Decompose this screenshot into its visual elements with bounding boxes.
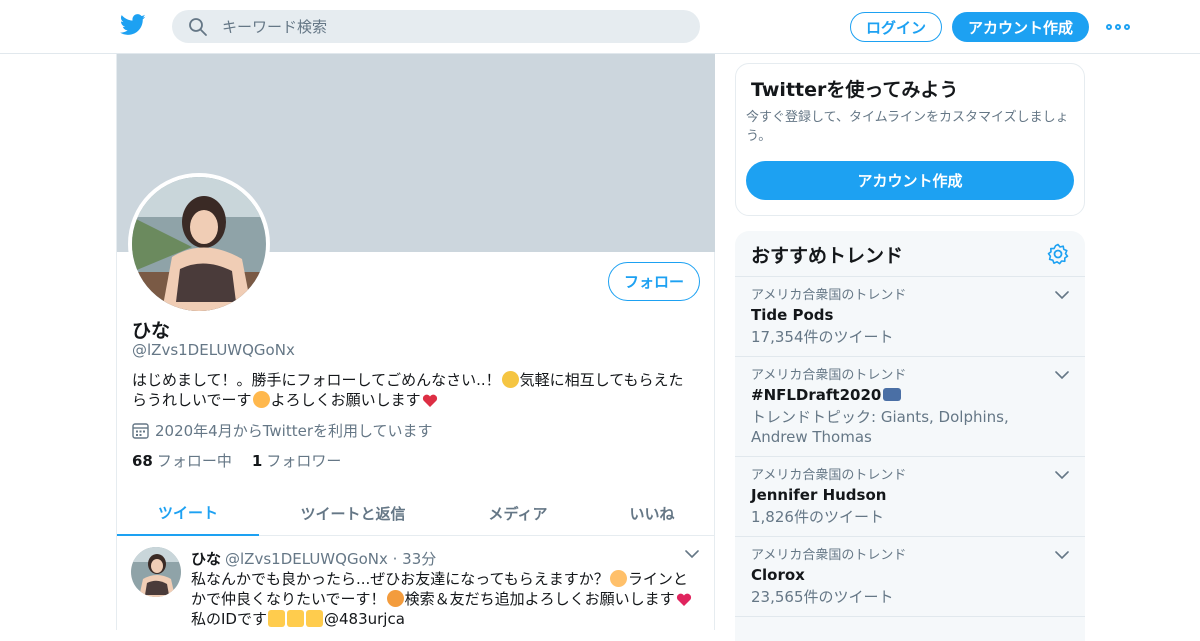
tweet-text-3: 検索＆友だち追加よろしくお願いします <box>404 590 675 608</box>
trend-meta: トレンドトピック: Giants, Dolphins, Andrew Thoma… <box>751 408 1009 446</box>
trend-context: アメリカ合衆国のトレンド <box>751 288 907 303</box>
gear-icon[interactable] <box>1047 243 1069 265</box>
chevron-down-icon[interactable] <box>1055 370 1069 380</box>
calendar-icon <box>132 423 149 439</box>
trend-meta: 23,565件のツイート <box>751 588 894 606</box>
twitter-bird-icon[interactable] <box>120 14 146 36</box>
signup-card: Twitterを使ってみよう 今すぐ登録して、タイムラインをカスタマイズしましょ… <box>735 63 1085 216</box>
trends-panel: おすすめトレンド アメリカ合衆国のトレンド Tide Pods 17,354件の… <box>735 231 1085 641</box>
two-hearts-emoji-icon <box>676 593 691 606</box>
tweet[interactable]: ひな @lZvs1DELUWQGoNx · 33分 私なんかでも良かったら...ぜ… <box>117 537 715 637</box>
trends-header: おすすめトレンド <box>735 231 1085 277</box>
joined-text: 2020年4月からTwitterを利用しています <box>155 422 433 440</box>
following-label: フォロー中 <box>156 452 232 470</box>
signup-card-description: 今すぐ登録して、タイムラインをカスタマイズしましょう。 <box>746 110 1069 144</box>
bio-text-3: よろしくお願いします <box>270 391 421 409</box>
tab-media[interactable]: メディア <box>447 490 589 536</box>
tweet-time[interactable]: · 33分 <box>393 550 437 568</box>
tab-tweets[interactable]: ツイート <box>117 490 259 536</box>
search-placeholder: キーワード検索 <box>222 18 328 36</box>
tweet-text-1: 私なんかでも良かったら...ぜひお友達になってもらえますか？ <box>191 570 609 588</box>
signup-card-title: Twitterを使ってみよう <box>751 79 959 101</box>
heart-emoji-icon <box>422 394 437 407</box>
follow-button[interactable]: フォロー <box>608 262 700 301</box>
profile-tabs: ツイート ツイートと返信 メディア いいね <box>117 490 715 536</box>
profile-handle[interactable]: @lZvs1DELUWQGoNx <box>132 341 295 359</box>
nfl-draft-hashflag-icon <box>883 388 902 401</box>
chevron-down-icon[interactable] <box>1055 550 1069 560</box>
tweet-text: 私なんかでも良かったら...ぜひお友達になってもらえますか？ ラインとかで仲良くな… <box>191 569 701 629</box>
tweet-text-4: 私のIDです <box>191 610 267 628</box>
following-link[interactable]: 68 フォロー中 <box>132 450 232 471</box>
top-bar: キーワード検索 ログイン アカウント作成 <box>0 0 1200 54</box>
bio-text-1: はじめまして！。勝手にフォローしてごめんなさい..！ <box>132 371 501 389</box>
trend-item[interactable]: アメリカ合衆国のトレンド Jennifer Hudson 1,826件のツイート <box>735 457 1085 537</box>
trend-name-wrap: #NFLDraft2020 <box>751 385 1069 406</box>
trend-context: アメリカ合衆国のトレンド <box>751 548 907 563</box>
trend-name: Jennifer Hudson <box>751 486 887 504</box>
trend-name: #NFLDraft2020 <box>751 386 882 404</box>
smiling-face-emoji-icon <box>252 391 270 408</box>
tweet-avatar[interactable] <box>131 547 181 597</box>
tweet-author-handle[interactable]: @lZvs1DELUWQGoNx <box>225 550 388 568</box>
avatar[interactable] <box>128 173 270 315</box>
pointing-right-emoji-icon <box>286 610 304 627</box>
trend-name: Tide Pods <box>751 306 834 324</box>
smiling-hearts-emoji-icon <box>609 570 627 587</box>
tweet-line-id[interactable]: @483urjca <box>324 610 405 628</box>
search-icon <box>189 17 207 36</box>
profile-stats: 68 フォロー中 1 フォロワー <box>132 450 341 471</box>
trend-context: アメリカ合衆国のトレンド <box>751 368 907 383</box>
trend-item[interactable]: アメリカ合衆国のトレンド Tide Pods 17,354件のツイート <box>735 277 1085 357</box>
tweet-header: ひな @lZvs1DELUWQGoNx · 33分 <box>191 548 436 569</box>
joined-date: 2020年4月からTwitterを利用しています <box>132 420 433 441</box>
followers-label: フォロワー <box>266 452 342 470</box>
crying-face-emoji-icon <box>501 371 519 388</box>
chevron-down-icon[interactable] <box>1055 290 1069 300</box>
trend-context: アメリカ合衆国のトレンド <box>751 468 907 483</box>
following-count: 68 <box>132 452 153 470</box>
trend-meta: 1,826件のツイート <box>751 508 884 526</box>
happy-face-emoji-icon <box>386 590 404 607</box>
trend-meta: 17,354件のツイート <box>751 328 894 346</box>
tweet-author-name[interactable]: ひな <box>191 550 221 568</box>
signup-button[interactable]: アカウント作成 <box>952 12 1089 42</box>
pointing-right-emoji-icon <box>305 610 323 627</box>
trend-name: Clorox <box>751 566 805 584</box>
chevron-down-icon[interactable] <box>1055 470 1069 480</box>
trends-title: おすすめトレンド <box>751 245 904 267</box>
search-input[interactable]: キーワード検索 <box>172 10 700 43</box>
followers-link[interactable]: 1 フォロワー <box>252 450 341 471</box>
login-button[interactable]: ログイン <box>850 12 942 42</box>
more-icon[interactable] <box>1106 17 1130 37</box>
followers-count: 1 <box>251 452 263 470</box>
signup-card-button[interactable]: アカウント作成 <box>746 161 1074 200</box>
trend-item[interactable]: アメリカ合衆国のトレンド #NFLDraft2020 トレンドトピック: Gia… <box>735 357 1085 457</box>
pointing-right-emoji-icon <box>267 610 285 627</box>
tab-likes[interactable]: いいね <box>589 490 715 536</box>
chevron-down-icon[interactable] <box>685 549 699 559</box>
trend-item[interactable]: アメリカ合衆国のトレンド Clorox 23,565件のツイート <box>735 537 1085 617</box>
profile-column: フォロー ひな @lZvs1DELUWQGoNx はじめまして！。勝手にフォロー… <box>116 54 715 630</box>
tab-tweets-replies[interactable]: ツイートと返信 <box>259 490 447 536</box>
profile-name: ひな <box>132 320 171 342</box>
profile-bio: はじめまして！。勝手にフォローしてごめんなさい..！ 気軽に相互してもらえたらうれ… <box>132 370 697 410</box>
